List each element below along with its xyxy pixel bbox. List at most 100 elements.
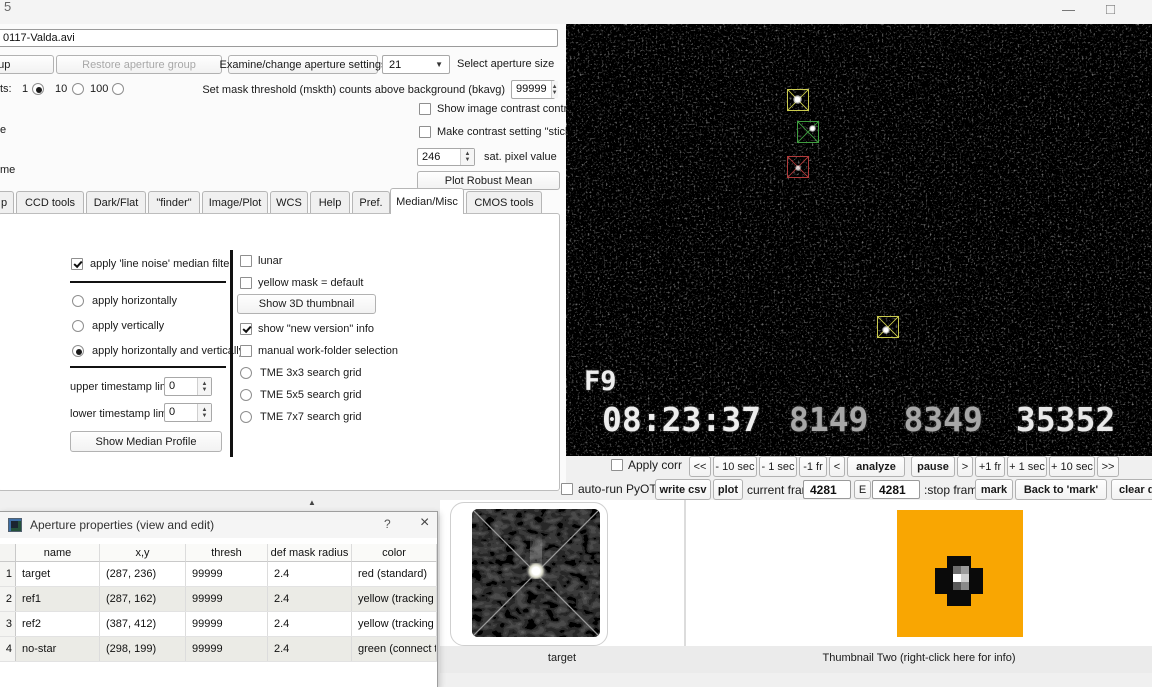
cell-thresh[interactable]: 99999: [186, 587, 268, 611]
target-thumbnail[interactable]: [472, 509, 600, 637]
cell-thresh[interactable]: 99999: [186, 562, 268, 586]
inc-1-radio[interactable]: [32, 83, 44, 95]
apply-both-radio[interactable]: [72, 345, 84, 357]
tab-ccd-tools[interactable]: CCD tools: [16, 191, 84, 213]
cell-name[interactable]: target: [16, 562, 100, 586]
cell-color[interactable]: green (connect t...: [352, 637, 437, 661]
workfolder-checkbox[interactable]: [240, 345, 252, 357]
cell-radius[interactable]: 2.4: [268, 587, 352, 611]
e-button[interactable]: E: [854, 480, 871, 499]
cell-radius[interactable]: 2.4: [268, 612, 352, 636]
cell-color[interactable]: yellow (tracking ...: [352, 612, 437, 636]
write-csv-button[interactable]: write csv: [655, 479, 711, 500]
tab-image-plot[interactable]: Image/Plot: [202, 191, 268, 213]
clear-data-button-cut[interactable]: clear da: [1111, 479, 1152, 500]
aperture-box-red[interactable]: [787, 156, 809, 178]
back-to-mark-button[interactable]: Back to 'mark': [1015, 479, 1107, 500]
rewind-fast-button[interactable]: <<: [689, 456, 711, 477]
cell-xy[interactable]: (287, 236): [100, 562, 186, 586]
tab-finder[interactable]: "finder": [148, 191, 200, 213]
sticky-contrast-checkbox[interactable]: [419, 126, 431, 138]
table-row[interactable]: 2 ref1 (287, 162) 99999 2.4 yellow (trac…: [0, 587, 437, 612]
col-name[interactable]: name: [16, 544, 100, 562]
back-1frame-button[interactable]: -1 fr: [799, 456, 827, 477]
show-median-profile-button[interactable]: Show Median Profile: [70, 431, 222, 452]
current-frame-input[interactable]: [803, 480, 851, 499]
cell-radius[interactable]: 2.4: [268, 562, 352, 586]
maximize-icon[interactable]: □: [1106, 1, 1115, 18]
cell-xy[interactable]: (287, 162): [100, 587, 186, 611]
minimize-icon[interactable]: —: [1062, 2, 1075, 17]
thumbnail-two-label[interactable]: Thumbnail Two (right-click here for info…: [686, 652, 1152, 665]
examine-aperture-settings-button[interactable]: Examine/change aperture settings: [220, 55, 386, 74]
scroll-up-icon[interactable]: ▲: [308, 498, 316, 507]
sat-pixel-spinbox[interactable]: 246 ▲ ▼: [417, 148, 475, 166]
fwd-10sec-button[interactable]: + 10 sec: [1049, 456, 1095, 477]
tme5x5-radio[interactable]: [240, 389, 252, 401]
cell-name[interactable]: no-star: [16, 637, 100, 661]
back-1sec-button[interactable]: - 1 sec: [759, 456, 797, 477]
fwd-1sec-button[interactable]: + 1 sec: [1007, 456, 1047, 477]
cell-color[interactable]: yellow (tracking ...: [352, 587, 437, 611]
step-back-button[interactable]: <: [829, 456, 845, 477]
tab-pref[interactable]: Pref.: [352, 191, 390, 213]
apply-corr-checkbox[interactable]: [611, 459, 623, 471]
cell-name[interactable]: ref1: [16, 587, 100, 611]
col-color[interactable]: color: [352, 544, 437, 562]
col-thresh[interactable]: thresh: [186, 544, 268, 562]
tab-median-misc[interactable]: Median/Misc: [390, 188, 464, 214]
filename-input[interactable]: [0, 29, 558, 47]
inc-10-radio[interactable]: [72, 83, 84, 95]
lower-timestamp-spinbox[interactable]: 0 ▲ ▼: [164, 403, 212, 422]
tme7x7-radio[interactable]: [240, 411, 252, 423]
thumbnail-two[interactable]: [897, 510, 1023, 637]
yellow-mask-checkbox[interactable]: [240, 277, 252, 289]
tab-wcs[interactable]: WCS: [270, 191, 308, 213]
tab-cmos-tools[interactable]: CMOS tools: [466, 191, 542, 213]
stop-frame-input[interactable]: [872, 480, 920, 499]
show-3d-thumbnail-button[interactable]: Show 3D thumbnail: [237, 294, 376, 314]
aperture-box-yellow-1[interactable]: [787, 89, 809, 111]
restore-aperture-group-button[interactable]: Restore aperture group: [56, 55, 222, 74]
close-icon[interactable]: ×: [420, 514, 429, 532]
auto-run-pyote-checkbox[interactable]: [561, 483, 573, 495]
cell-radius[interactable]: 2.4: [268, 637, 352, 661]
tab-p-cut[interactable]: p: [0, 191, 14, 213]
table-row[interactable]: 3 ref2 (387, 412) 99999 2.4 yellow (trac…: [0, 612, 437, 637]
step-forward-button[interactable]: >: [957, 456, 973, 477]
col-radius[interactable]: def mask radius: [268, 544, 352, 562]
spinner-arrows-icon[interactable]: ▲ ▼: [550, 81, 558, 98]
apply-horizontal-radio[interactable]: [72, 295, 84, 307]
aperture-window-titlebar[interactable]: Aperture properties (view and edit) ? ×: [0, 512, 437, 538]
analyze-button[interactable]: analyze: [847, 456, 905, 477]
cell-name[interactable]: ref2: [16, 612, 100, 636]
mark-button[interactable]: mark: [975, 479, 1013, 500]
cell-thresh[interactable]: 99999: [186, 612, 268, 636]
tme3x3-radio[interactable]: [240, 367, 252, 379]
aperture-size-select[interactable]: 21 ▼: [382, 55, 450, 74]
tab-help[interactable]: Help: [310, 191, 350, 213]
help-icon[interactable]: ?: [384, 517, 391, 531]
spinner-arrows-icon[interactable]: ▲ ▼: [460, 149, 474, 165]
cell-xy[interactable]: (298, 199): [100, 637, 186, 661]
aperture-box-yellow-2[interactable]: [877, 316, 899, 338]
tab-dark-flat[interactable]: Dark/Flat: [86, 191, 146, 213]
lunar-checkbox[interactable]: [240, 255, 252, 267]
aperture-group-button-cut[interactable]: oup: [0, 55, 54, 74]
fast-forward-button[interactable]: >>: [1097, 456, 1119, 477]
table-row[interactable]: 4 no-star (298, 199) 99999 2.4 green (co…: [0, 637, 437, 662]
spinner-arrows-icon[interactable]: ▲ ▼: [197, 378, 211, 395]
col-xy[interactable]: x,y: [100, 544, 186, 562]
plot-button[interactable]: plot: [713, 479, 743, 500]
cell-thresh[interactable]: 99999: [186, 637, 268, 661]
spinner-arrows-icon[interactable]: ▲ ▼: [197, 404, 211, 421]
cell-xy[interactable]: (387, 412): [100, 612, 186, 636]
new-version-checkbox[interactable]: [240, 323, 252, 335]
video-frame[interactable]: F9 08:23:37 8149 8349 35352: [566, 24, 1152, 456]
apply-vertical-radio[interactable]: [72, 320, 84, 332]
show-contrast-checkbox[interactable]: [419, 103, 431, 115]
aperture-box-green[interactable]: [797, 121, 819, 143]
table-row[interactable]: 1 target (287, 236) 99999 2.4 red (stand…: [0, 562, 437, 587]
cell-color[interactable]: red (standard): [352, 562, 437, 586]
upper-timestamp-spinbox[interactable]: 0 ▲ ▼: [164, 377, 212, 396]
